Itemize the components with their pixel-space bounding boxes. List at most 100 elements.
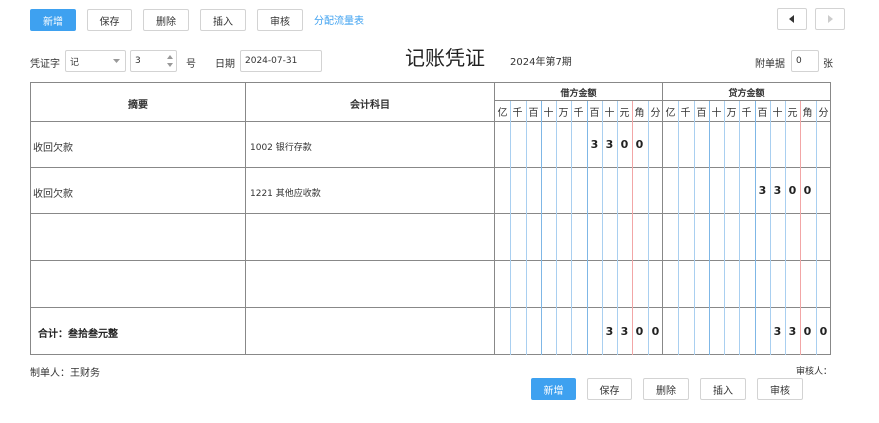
digit-divider <box>694 101 695 355</box>
credit-digit-header: 万 <box>726 108 737 119</box>
digit-divider <box>678 101 679 355</box>
digit-divider <box>709 101 710 355</box>
total-credit-digit: 3 <box>788 325 797 338</box>
date-field[interactable]: 2024-07-31 <box>240 50 322 72</box>
period-label: 2024年第7期 <box>510 57 572 68</box>
date-label: 日期 <box>215 59 235 70</box>
triangle-left-icon <box>789 15 794 23</box>
voucher-table <box>30 82 831 355</box>
voucher-word-select[interactable]: 记 <box>65 50 126 72</box>
attachments-label: 附单据 <box>755 59 785 70</box>
digit-divider <box>770 101 771 355</box>
total-credit-digit: 0 <box>819 325 828 338</box>
voucher-number-stepper[interactable]: 3 <box>130 50 177 72</box>
debit-digit-header: 角 <box>634 108 645 119</box>
digit-divider <box>526 101 527 355</box>
digit-divider <box>724 101 725 355</box>
debit-digit-header: 十 <box>543 108 554 119</box>
save-button[interactable]: 保存 <box>87 9 132 31</box>
debit-digit-header: 元 <box>619 108 630 119</box>
row-1-debit-digit: 0 <box>620 138 629 151</box>
credit-digit-header: 十 <box>772 108 783 119</box>
cashflow-link[interactable]: 分配流量表 <box>314 12 364 27</box>
credit-header: 贷方金额 <box>728 89 765 99</box>
audit-button[interactable]: 审核 <box>257 9 303 31</box>
debit-digit-header: 分 <box>650 108 661 119</box>
credit-digit-header: 百 <box>696 108 707 119</box>
debit-digit-header: 百 <box>528 108 539 119</box>
save-button-bottom[interactable]: 保存 <box>587 378 632 400</box>
voucher-word-value: 记 <box>70 57 80 68</box>
add-button[interactable]: 新增 <box>30 9 76 31</box>
amount-header-divider <box>495 100 831 101</box>
delete-button[interactable]: 删除 <box>143 9 189 31</box>
total-credit-digit: 0 <box>803 325 812 338</box>
voucher-title: 记账凭证 <box>405 46 485 70</box>
next-voucher-button[interactable] <box>815 8 845 30</box>
digit-divider <box>648 101 649 355</box>
attachments-count-field[interactable]: 0 <box>791 50 819 72</box>
row-1-summary[interactable]: 收回欠款 <box>33 139 73 154</box>
digit-divider <box>755 101 756 355</box>
row-divider <box>30 260 831 261</box>
digit-divider <box>571 101 572 355</box>
digit-divider <box>800 101 801 355</box>
digit-divider <box>510 101 511 355</box>
total-debit-digit: 0 <box>635 325 644 338</box>
total-credit-digit: 3 <box>773 325 782 338</box>
column-divider <box>494 82 495 355</box>
chevron-down-icon <box>113 59 120 63</box>
digit-divider <box>541 101 542 355</box>
voucher-word-label: 凭证字 <box>30 59 60 70</box>
credit-digit-header: 角 <box>802 108 813 119</box>
stepper-arrows-icon[interactable] <box>167 55 173 67</box>
maker-label: 制单人：王财务 <box>30 368 100 379</box>
row-2-credit-digit: 3 <box>758 184 767 197</box>
column-divider <box>662 82 663 355</box>
digit-divider <box>556 101 557 355</box>
row-divider <box>30 213 831 214</box>
total-debit-digit: 3 <box>620 325 629 338</box>
row-2-credit-digit: 0 <box>803 184 812 197</box>
summary-header: 摘要 <box>128 100 148 111</box>
row-2-summary[interactable]: 收回欠款 <box>33 185 73 200</box>
delete-button-bottom[interactable]: 删除 <box>643 378 689 400</box>
number-suffix: 号 <box>186 59 196 70</box>
row-1-debit-digit: 3 <box>590 138 599 151</box>
attachments-unit: 张 <box>823 59 833 70</box>
audit-button-bottom[interactable]: 审核 <box>757 378 803 400</box>
debit-digit-header: 亿 <box>497 108 508 119</box>
total-debit-digit: 0 <box>651 325 660 338</box>
digit-divider <box>739 101 740 355</box>
credit-digit-header: 千 <box>680 108 691 119</box>
row-1-account[interactable]: 1002 银行存款 <box>250 140 312 153</box>
row-2-credit-digit: 0 <box>788 184 797 197</box>
credit-digit-header: 亿 <box>665 108 676 119</box>
credit-digit-header: 千 <box>741 108 752 119</box>
credit-digit-header: 元 <box>787 108 798 119</box>
debit-digit-header: 万 <box>558 108 569 119</box>
debit-header: 借方金额 <box>560 89 597 99</box>
row-1-debit-digit: 3 <box>605 138 614 151</box>
credit-digit-header: 分 <box>818 108 829 119</box>
credit-digit-header: 十 <box>711 108 722 119</box>
debit-digit-header: 十 <box>604 108 615 119</box>
prev-voucher-button[interactable] <box>777 8 807 30</box>
debit-digit-header: 千 <box>573 108 584 119</box>
insert-button[interactable]: 插入 <box>200 9 246 31</box>
row-2-account[interactable]: 1221 其他应收款 <box>250 186 321 199</box>
debit-digit-header: 百 <box>589 108 600 119</box>
row-divider <box>30 121 831 122</box>
voucher-number-value: 3 <box>135 56 141 66</box>
row-divider <box>30 307 831 308</box>
column-divider <box>245 82 246 355</box>
total-label: 合计：叁拾叁元整 <box>38 329 118 340</box>
auditor-label: 审核人： <box>796 367 833 377</box>
total-debit-digit: 3 <box>605 325 614 338</box>
credit-digit-header: 百 <box>757 108 768 119</box>
digit-divider <box>785 101 786 355</box>
insert-button-bottom[interactable]: 插入 <box>700 378 746 400</box>
digit-divider <box>816 101 817 355</box>
debit-digit-header: 千 <box>512 108 523 119</box>
add-button-bottom[interactable]: 新增 <box>531 378 576 400</box>
